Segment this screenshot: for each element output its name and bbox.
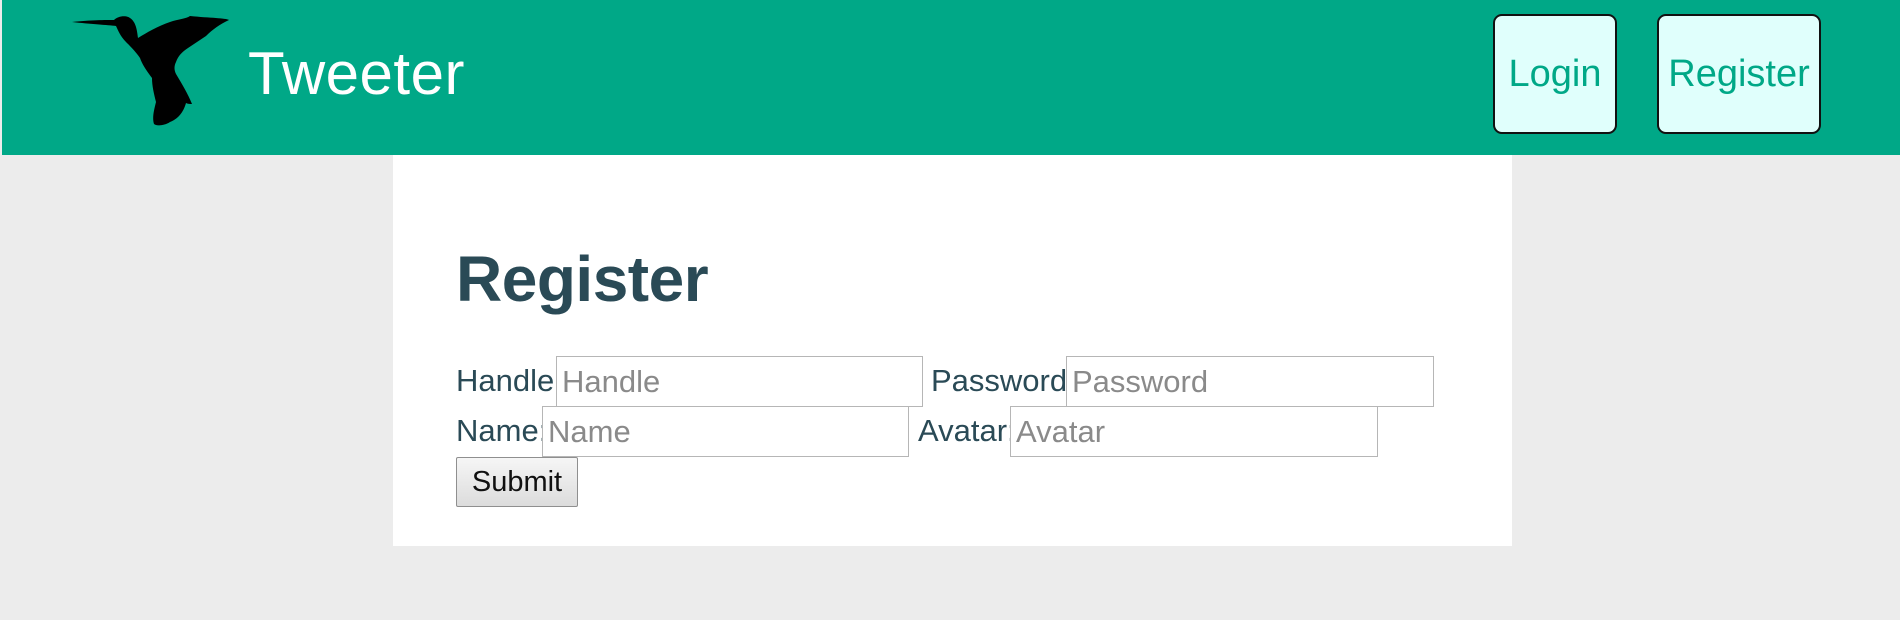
submit-button[interactable]: Submit xyxy=(456,457,578,507)
page-title: Register xyxy=(456,243,709,315)
brand-title: Tweeter xyxy=(248,40,465,107)
handle-input[interactable] xyxy=(556,356,923,407)
top-nav-bar: Tweeter Login Register xyxy=(2,0,1900,155)
hummingbird-icon xyxy=(72,16,229,126)
name-input[interactable] xyxy=(542,406,909,457)
avatar-input[interactable] xyxy=(1010,406,1378,457)
avatar-label: Avatar: xyxy=(918,413,1016,448)
password-input[interactable] xyxy=(1066,356,1434,407)
password-label: Password: xyxy=(931,363,1076,398)
page: Tweeter Login Register Register Handle: … xyxy=(0,0,1900,620)
name-label: Name: xyxy=(456,413,548,448)
login-button[interactable]: Login xyxy=(1493,14,1617,134)
register-card: Register Handle: Password: Name: Avatar:… xyxy=(393,155,1512,546)
handle-label: Handle: xyxy=(456,363,563,398)
register-nav-button[interactable]: Register xyxy=(1657,14,1821,134)
